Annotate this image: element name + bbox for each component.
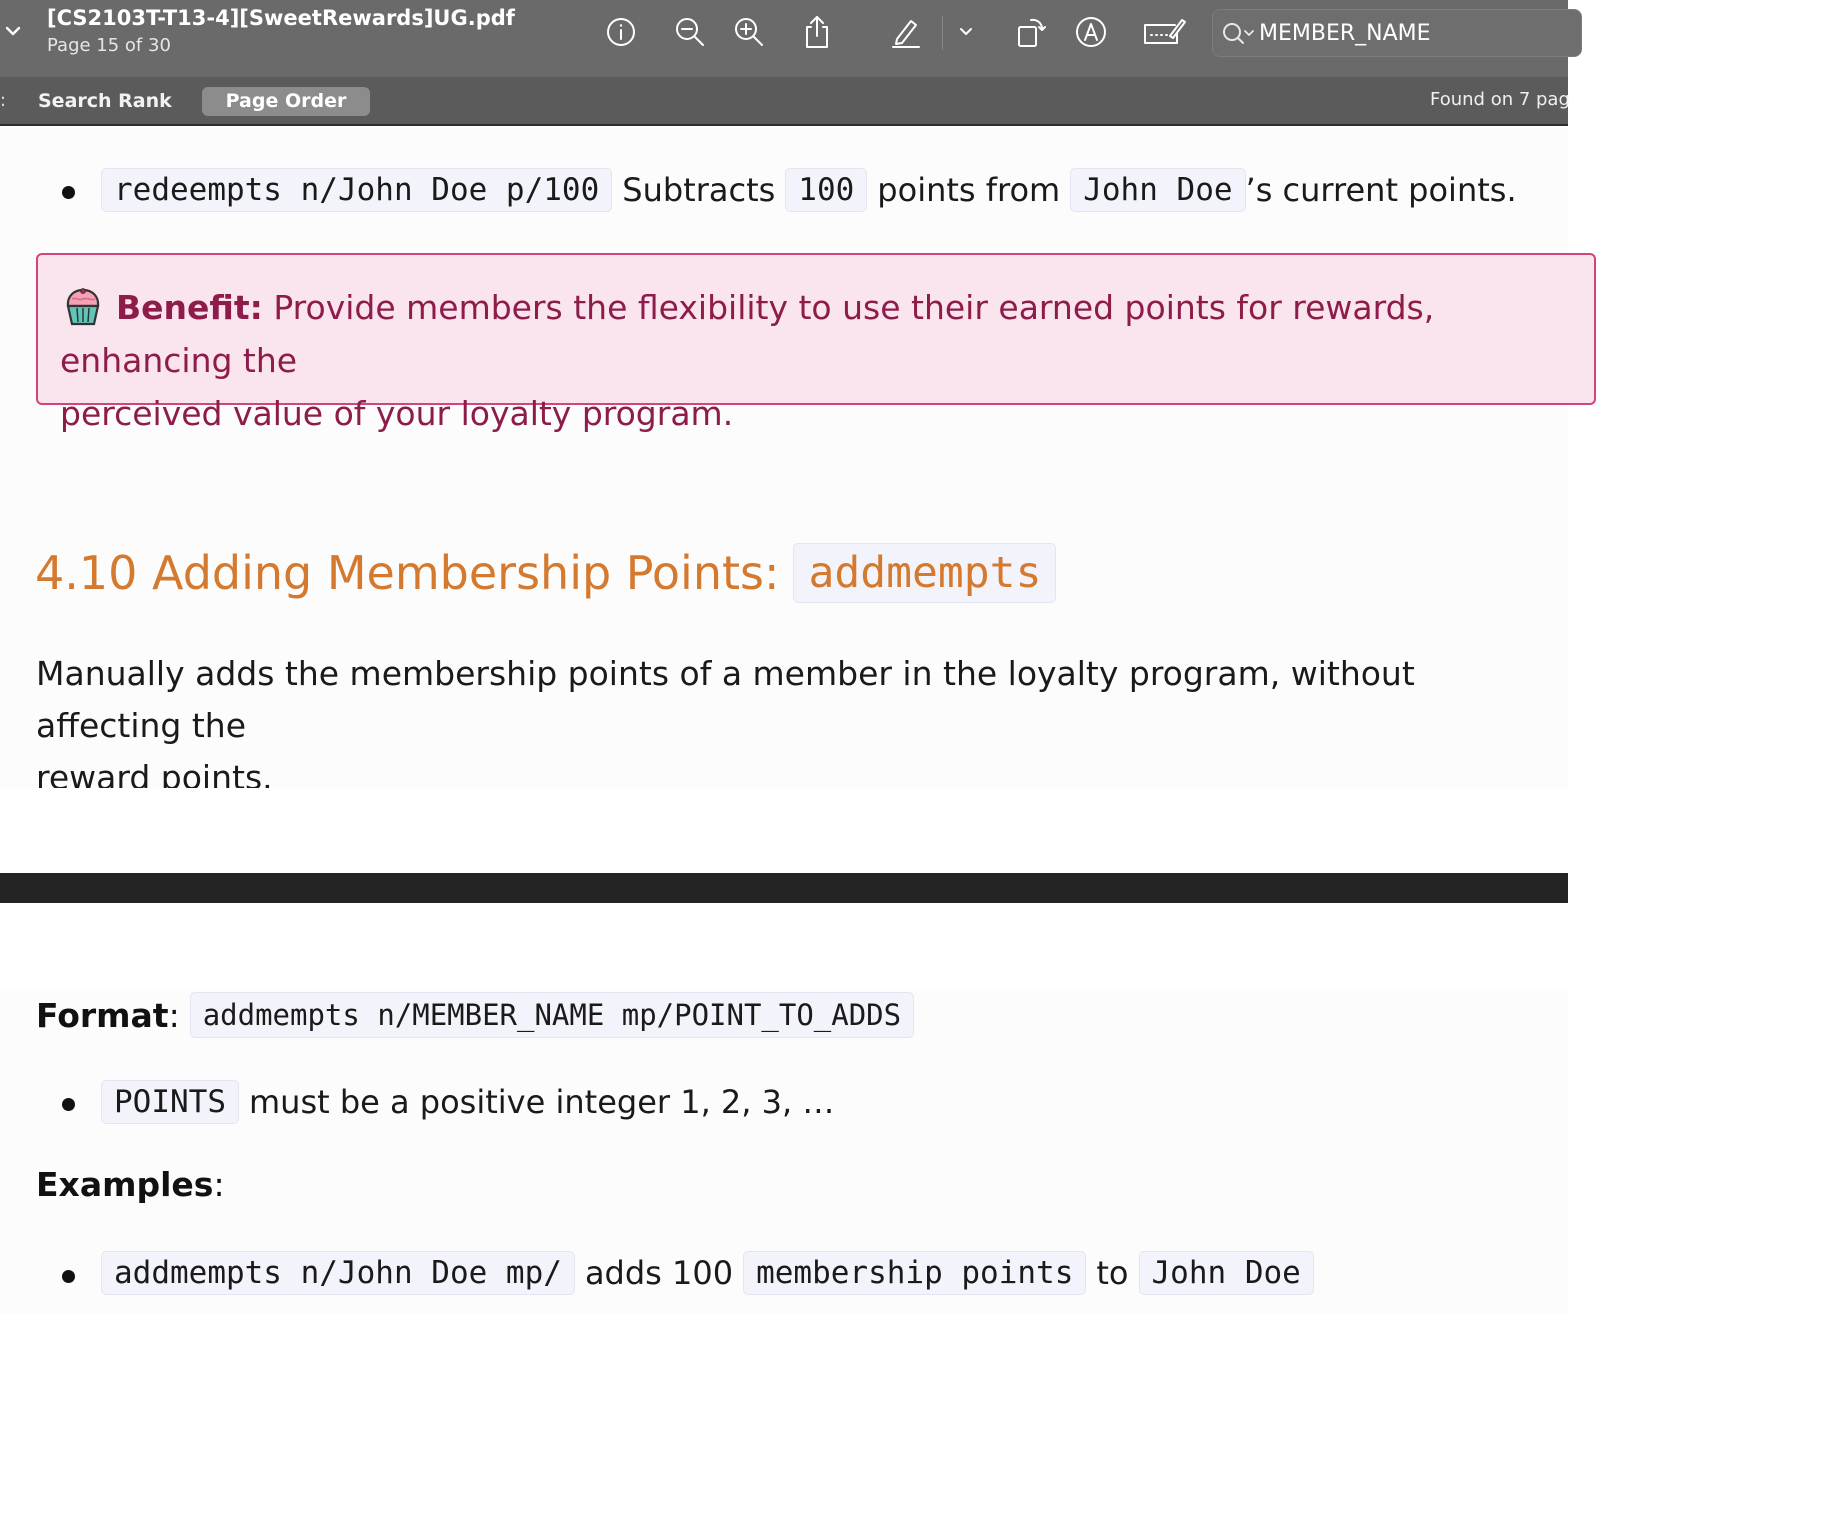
- redeem-text-2: points from: [877, 171, 1061, 209]
- format-colon: :: [168, 995, 180, 1035]
- document-title: [CS2103T-T13-4][SweetRewards]UG.pdf: [47, 6, 515, 30]
- description-line-1: Manually adds the membership points of a…: [36, 654, 1415, 745]
- search-field[interactable]: MEMBER_NAME: [1212, 9, 1582, 57]
- section-description: Manually adds the membership points of a…: [36, 648, 1556, 804]
- highlight-pen-icon[interactable]: [886, 12, 926, 52]
- benefit-callout: Benefit: Provide members the flexibility…: [36, 253, 1596, 433]
- info-icon[interactable]: [601, 12, 641, 52]
- benefit-line-2: perceived value of your loyalty program.: [60, 394, 734, 433]
- toolbar-separator: [942, 16, 943, 50]
- share-icon[interactable]: [797, 12, 837, 52]
- benefit-label: Benefit:: [116, 288, 263, 327]
- section-command-code: addmempts: [793, 543, 1057, 603]
- form-fill-icon[interactable]: [1140, 12, 1188, 52]
- examples-label: Examples: [36, 1165, 214, 1204]
- points-rule-line: POINTS must be a positive integer 1, 2, …: [101, 1080, 834, 1124]
- section-heading: 4.10 Adding Membership Points: addmempts: [35, 543, 1057, 603]
- search-results-bar: : Search Rank Page Order Found on 7 pag: [0, 78, 1570, 126]
- zoom-in-icon[interactable]: [729, 12, 769, 52]
- examples-colon: :: [213, 1165, 225, 1204]
- page-divider: [0, 873, 1568, 903]
- found-count-text: Found on 7 pag: [1430, 89, 1570, 110]
- example-line: addmempts n/John Doe mp/ adds 100 member…: [101, 1251, 1314, 1295]
- example-points-code: membership points: [743, 1251, 1087, 1295]
- tab-page-order[interactable]: Page Order: [202, 87, 370, 116]
- redeem-command-code: redeempts n/John Doe p/100: [101, 168, 613, 212]
- example-name-code: John Doe: [1138, 1251, 1314, 1295]
- section-heading-text: 4.10 Adding Membership Points:: [35, 546, 780, 600]
- example-text-1: adds 100: [584, 1254, 734, 1292]
- examples-heading: Examples:: [36, 1165, 225, 1204]
- redeem-text-1: Subtracts: [622, 171, 776, 209]
- benefit-line-1: Provide members the flexibility to use t…: [60, 288, 1435, 380]
- format-command-code: addmempts n/MEMBER_NAME mp/POINT_TO_ADDS: [189, 992, 915, 1038]
- search-input[interactable]: MEMBER_NAME: [1259, 21, 1431, 46]
- rotate-icon[interactable]: [1010, 12, 1050, 52]
- redeem-name-code: John Doe: [1070, 168, 1246, 212]
- example-text-2: to: [1096, 1254, 1129, 1292]
- redeem-text-3: ’s current points.: [1245, 171, 1517, 209]
- search-icon: [1221, 21, 1255, 47]
- tab-search-rank[interactable]: Search Rank: [26, 87, 184, 116]
- pdf-toolbar: [CS2103T-T13-4][SweetRewards]UG.pdf Page…: [0, 0, 1582, 78]
- format-line: Format : addmempts n/MEMBER_NAME mp/POIN…: [36, 992, 915, 1038]
- bullet-icon: [62, 1270, 75, 1283]
- redeem-example-line: redeempts n/John Doe p/100 Subtracts 100…: [101, 168, 1517, 212]
- format-label: Format: [36, 995, 169, 1035]
- bullet-icon: [62, 186, 75, 199]
- page-gap: [0, 788, 1568, 873]
- chevron-down-icon[interactable]: [946, 12, 986, 52]
- points-rule-text: must be a positive integer 1, 2, 3, …: [248, 1083, 835, 1121]
- benefit-text: Benefit: Provide members the flexibility…: [60, 281, 1580, 440]
- chevron-down-icon[interactable]: [2, 20, 24, 42]
- markup-icon[interactable]: [1071, 12, 1111, 52]
- example-command-code: addmempts n/John Doe mp/: [101, 1251, 575, 1295]
- results-separator: :: [0, 90, 7, 111]
- bullet-icon: [62, 1098, 75, 1111]
- page-indicator: Page 15 of 30: [47, 35, 171, 56]
- points-code: POINTS: [101, 1080, 239, 1124]
- zoom-out-icon[interactable]: [670, 12, 710, 52]
- redeem-amount-code: 100: [785, 168, 868, 212]
